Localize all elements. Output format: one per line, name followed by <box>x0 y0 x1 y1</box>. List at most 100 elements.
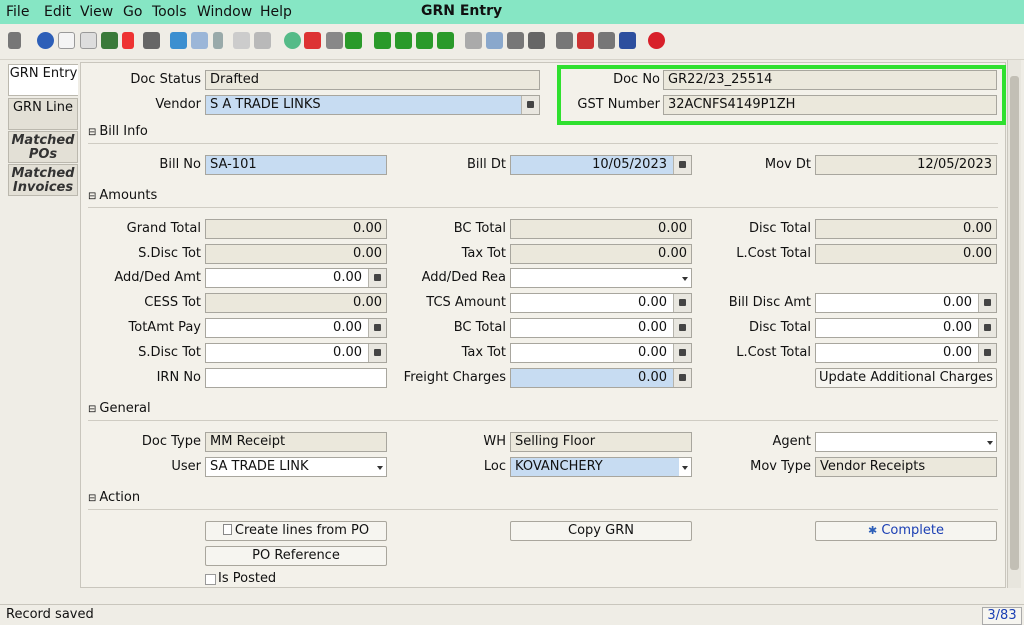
calculator-icon[interactable] <box>368 344 386 362</box>
menu-file[interactable]: File <box>6 4 29 20</box>
user-select[interactable]: SA TRADE LINK <box>205 457 387 477</box>
menu-edit[interactable]: Edit <box>44 4 71 20</box>
irn-no-field[interactable] <box>205 368 387 388</box>
section-bill-info[interactable]: ⊟ Bill Info <box>88 122 998 144</box>
menu-window[interactable]: Window <box>197 4 252 20</box>
bill-no-field[interactable]: SA-101 <box>205 155 387 175</box>
save-icon[interactable] <box>101 32 118 49</box>
attachment-icon[interactable] <box>213 32 223 49</box>
next-record-icon[interactable] <box>416 32 433 49</box>
tab-matched-pos[interactable]: Matched POs <box>8 131 78 163</box>
tax-tot2-field[interactable]: 0.00 <box>510 343 692 363</box>
sdisc-tot2-field[interactable]: 0.00 <box>205 343 387 363</box>
calculator-icon[interactable] <box>673 369 691 387</box>
chevron-down-icon[interactable] <box>679 269 691 287</box>
vertical-scrollbar[interactable] <box>1007 60 1021 588</box>
previous-record-icon[interactable] <box>395 32 412 49</box>
save-all-icon[interactable] <box>143 32 160 49</box>
bill-dt-field[interactable]: 10/05/2023 <box>510 155 692 175</box>
section-general[interactable]: ⊟ General <box>88 399 998 421</box>
help-icon[interactable] <box>37 32 54 49</box>
add-ded-rea-select[interactable] <box>510 268 692 288</box>
calculator-icon[interactable] <box>673 294 691 312</box>
find-icon[interactable] <box>191 32 208 49</box>
vendor-field[interactable]: S A TRADE LINKS <box>205 95 540 115</box>
history-icon[interactable] <box>284 32 301 49</box>
close-icon[interactable] <box>648 32 665 49</box>
create-lines-from-po-button[interactable]: Create lines from PO <box>205 521 387 541</box>
menu-go[interactable]: Go <box>123 4 142 20</box>
last-record-icon[interactable] <box>437 32 454 49</box>
tab-grn-line[interactable]: GRN Line <box>8 98 78 130</box>
refresh-icon[interactable] <box>170 32 187 49</box>
create-lines-label: Create lines from PO <box>234 523 370 538</box>
delete-icon[interactable] <box>122 32 134 49</box>
archive-icon[interactable] <box>486 32 503 49</box>
chevron-down-icon[interactable] <box>679 458 691 476</box>
undo-icon[interactable] <box>8 32 21 49</box>
chevron-down-icon[interactable] <box>984 433 996 451</box>
mov-dt-field: 12/05/2023 <box>815 155 997 175</box>
first-record-icon[interactable] <box>374 32 391 49</box>
agent-select[interactable] <box>815 432 997 452</box>
print-preview-icon[interactable] <box>507 32 524 49</box>
calendar-icon[interactable] <box>673 156 691 174</box>
workflow-icon[interactable] <box>577 32 594 49</box>
cess-tot-field: 0.00 <box>205 293 387 313</box>
calculator-icon[interactable] <box>368 319 386 337</box>
freight-charges-label: Freight Charges <box>403 370 506 385</box>
scroll-thumb[interactable] <box>1010 76 1019 570</box>
copy-grn-button[interactable]: Copy GRN <box>510 521 692 541</box>
tcs-amount-field[interactable]: 0.00 <box>510 293 692 313</box>
tax-tot2-value: 0.00 <box>638 345 667 360</box>
calculator-icon[interactable] <box>673 319 691 337</box>
freight-charges-field[interactable]: 0.00 <box>510 368 692 388</box>
loc-select[interactable]: KOVANCHERY <box>510 457 692 477</box>
menu-bar: File Edit View Go Tools Window Help GRN … <box>0 0 1024 24</box>
doc-type-label: Doc Type <box>141 434 201 449</box>
tab-matched-invoices[interactable]: Matched Invoices <box>8 164 78 196</box>
is-posted-checkbox[interactable] <box>205 574 216 585</box>
bc-total2-field[interactable]: 0.00 <box>510 318 692 338</box>
grid-icon[interactable] <box>254 32 271 49</box>
menu-tools[interactable]: Tools <box>152 4 187 20</box>
update-additional-charges-button[interactable]: Update Additional Charges <box>815 368 997 388</box>
product-info-icon[interactable] <box>619 32 636 49</box>
complete-button[interactable]: ✱ Complete <box>815 521 997 541</box>
copy-icon[interactable] <box>80 32 97 49</box>
collapse-icon: ⊟ <box>88 404 97 415</box>
section-amounts[interactable]: ⊟ Amounts <box>88 186 998 208</box>
print-icon[interactable] <box>528 32 545 49</box>
back-icon[interactable] <box>326 32 343 49</box>
zoom-across-icon[interactable] <box>556 32 573 49</box>
tab-label: GRN Entry <box>9 66 78 81</box>
add-ded-amt-field[interactable]: 0.00 <box>205 268 387 288</box>
disc-total-label: Disc Total <box>748 221 811 236</box>
calculator-icon[interactable] <box>978 294 996 312</box>
doc-type-field: MM Receipt <box>205 432 387 452</box>
calculator-icon[interactable] <box>673 344 691 362</box>
po-reference-button[interactable]: PO Reference <box>205 546 387 566</box>
chat-icon[interactable] <box>233 32 250 49</box>
tab-label: Matched Invoices <box>11 166 75 195</box>
calculator-icon[interactable] <box>978 344 996 362</box>
new-icon[interactable] <box>58 32 75 49</box>
tab-grn-entry[interactable]: GRN Entry <box>8 64 78 96</box>
lcost-total2-field[interactable]: 0.00 <box>815 343 997 363</box>
forward-icon[interactable] <box>345 32 362 49</box>
disc-total2-field[interactable]: 0.00 <box>815 318 997 338</box>
section-action[interactable]: ⊟ Action <box>88 488 998 510</box>
report-icon[interactable] <box>465 32 482 49</box>
record-counter[interactable]: 3/83 <box>982 607 1022 625</box>
vendor-lookup-icon[interactable] <box>521 96 539 114</box>
process-icon[interactable] <box>598 32 615 49</box>
bill-disc-amt-field[interactable]: 0.00 <box>815 293 997 313</box>
calculator-icon[interactable] <box>368 269 386 287</box>
chevron-down-icon[interactable] <box>374 458 386 476</box>
totamt-pay-field[interactable]: 0.00 <box>205 318 387 338</box>
home-icon[interactable] <box>304 32 321 49</box>
user-value: SA TRADE LINK <box>210 459 309 474</box>
menu-help[interactable]: Help <box>260 4 292 20</box>
menu-view[interactable]: View <box>80 4 113 20</box>
calculator-icon[interactable] <box>978 319 996 337</box>
